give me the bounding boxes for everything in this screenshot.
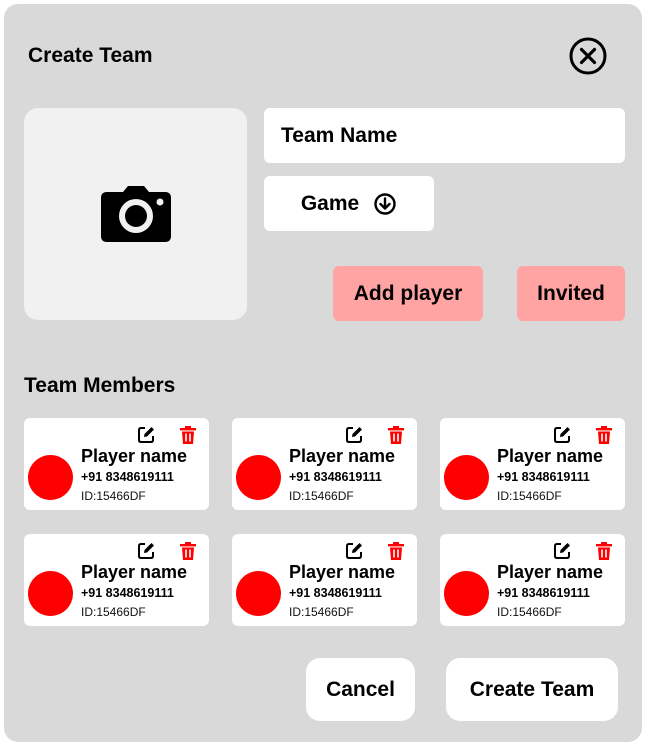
trash-icon[interactable]: [594, 541, 614, 561]
player-card: Player name +91 8348619111 ID:15466DF: [24, 418, 209, 510]
edit-icon[interactable]: [344, 541, 364, 561]
team-members-heading: Team Members: [24, 374, 176, 397]
trash-icon[interactable]: [178, 425, 198, 445]
player-id: ID:15466DF: [81, 605, 146, 619]
game-dropdown[interactable]: Game: [264, 176, 434, 231]
player-card: Player name +91 8348619111 ID:15466DF: [24, 534, 209, 626]
player-card: Player name +91 8348619111 ID:15466DF: [232, 418, 417, 510]
trash-icon[interactable]: [386, 541, 406, 561]
arrow-down-circle-icon: [373, 192, 397, 216]
team-name-input[interactable]: [264, 108, 625, 163]
team-photo-upload[interactable]: [24, 108, 247, 320]
edit-icon[interactable]: [552, 425, 572, 445]
avatar: [236, 455, 281, 500]
player-id: ID:15466DF: [289, 605, 354, 619]
player-id: ID:15466DF: [497, 605, 562, 619]
player-phone: +91 8348619111: [289, 470, 382, 484]
avatar: [444, 571, 489, 616]
avatar: [28, 455, 73, 500]
player-phone: +91 8348619111: [81, 586, 174, 600]
create-team-button[interactable]: Create Team: [446, 658, 618, 721]
player-card: Player name +91 8348619111 ID:15466DF: [440, 534, 625, 626]
edit-icon[interactable]: [136, 425, 156, 445]
add-player-button[interactable]: Add player: [333, 266, 483, 321]
camera-icon: [100, 186, 171, 242]
edit-icon[interactable]: [552, 541, 572, 561]
player-name: Player name: [81, 562, 188, 582]
avatar: [236, 571, 281, 616]
dialog-title: Create Team: [28, 44, 153, 67]
player-name: Player name: [497, 446, 604, 466]
edit-icon[interactable]: [136, 541, 156, 561]
create-team-dialog: Create Team Game: [4, 4, 642, 742]
player-phone: +91 8348619111: [497, 586, 590, 600]
player-name: Player name: [81, 446, 188, 466]
invited-button[interactable]: Invited: [517, 266, 625, 321]
cancel-button[interactable]: Cancel: [306, 658, 415, 721]
trash-icon[interactable]: [386, 425, 406, 445]
player-id: ID:15466DF: [81, 489, 146, 503]
avatar: [444, 455, 489, 500]
player-card: Player name +91 8348619111 ID:15466DF: [440, 418, 625, 510]
player-id: ID:15466DF: [289, 489, 354, 503]
team-members-grid: Player name +91 8348619111 ID:15466DF Pl…: [24, 418, 625, 626]
player-id: ID:15466DF: [497, 489, 562, 503]
player-phone: +91 8348619111: [289, 586, 382, 600]
player-phone: +91 8348619111: [497, 470, 590, 484]
player-phone: +91 8348619111: [81, 470, 174, 484]
trash-icon[interactable]: [594, 425, 614, 445]
edit-icon[interactable]: [344, 425, 364, 445]
player-name: Player name: [289, 446, 396, 466]
player-card: Player name +91 8348619111 ID:15466DF: [232, 534, 417, 626]
player-name: Player name: [497, 562, 604, 582]
game-dropdown-label: Game: [300, 191, 360, 215]
player-name: Player name: [289, 562, 396, 582]
trash-icon[interactable]: [178, 541, 198, 561]
avatar: [28, 571, 73, 616]
close-button[interactable]: [568, 36, 608, 76]
close-circle-icon: [568, 36, 608, 76]
